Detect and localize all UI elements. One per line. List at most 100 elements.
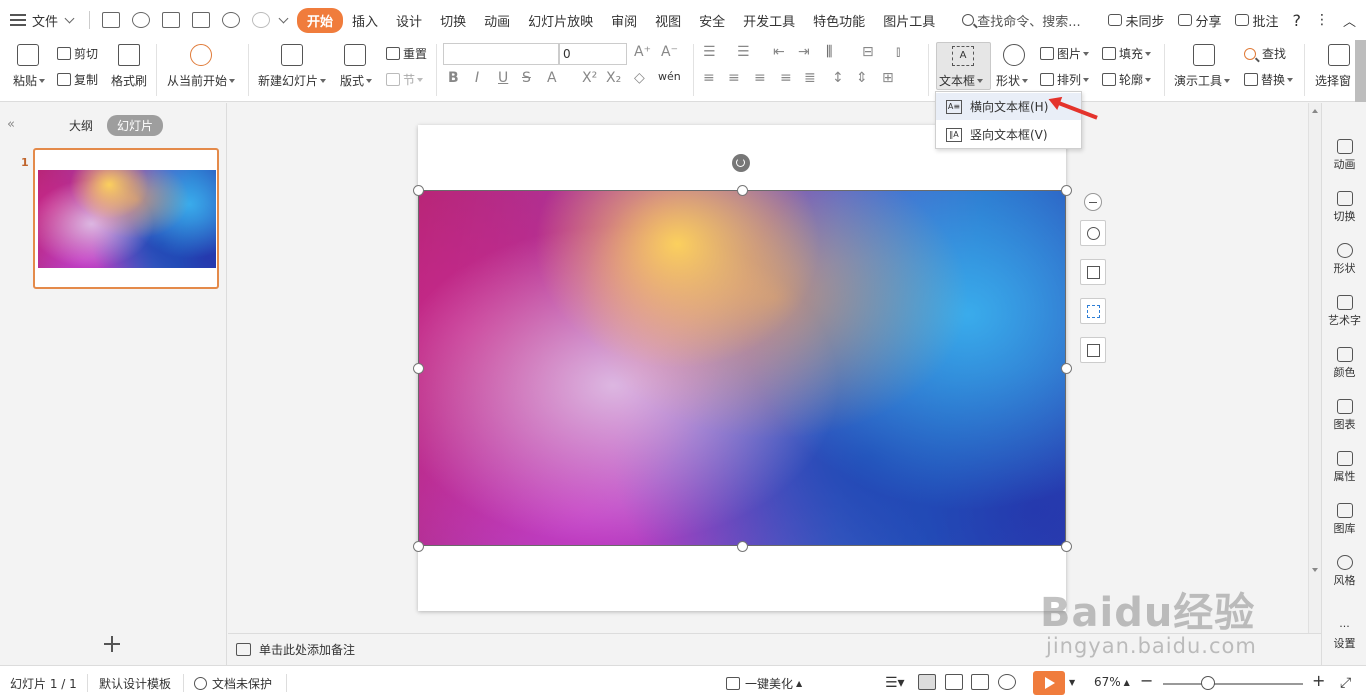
tab-design[interactable]: 设计 <box>387 8 431 33</box>
share-button[interactable]: 分享 <box>1178 11 1221 30</box>
numbered-list-icon[interactable]: ☰ <box>737 44 750 60</box>
para-spacing-icon[interactable]: ⇕ <box>856 70 868 86</box>
font-size-select[interactable]: 0 <box>559 43 627 65</box>
resize-handle-bottom-right[interactable] <box>1061 541 1072 552</box>
rotate-handle-icon[interactable] <box>732 154 750 172</box>
section-button[interactable]: 节 <box>386 71 424 88</box>
tab-security[interactable]: 安全 <box>690 8 734 33</box>
fit-window-icon[interactable]: ⤢ <box>1340 675 1351 691</box>
canvas-scrollbar[interactable] <box>1308 103 1321 633</box>
copy-button[interactable]: 复制 <box>57 71 98 88</box>
menu-icon[interactable] <box>10 14 26 26</box>
tab-developer[interactable]: 开发工具 <box>734 8 804 33</box>
play-slideshow-button[interactable] <box>1033 671 1065 695</box>
collapse-toolbar-icon[interactable] <box>1084 193 1102 211</box>
align-left-icon[interactable]: ≡ <box>703 70 715 86</box>
menu-item-vertical-textbox[interactable]: ‖A 竖向文本框(V) <box>936 121 1081 148</box>
tab-transition[interactable]: 切换 <box>431 8 475 33</box>
zoom-out-icon[interactable]: − <box>1140 671 1153 690</box>
resize-handle-right[interactable] <box>1061 363 1072 374</box>
resize-handle-top[interactable] <box>737 185 748 196</box>
sidebar-item-color[interactable]: 颜色 <box>1322 347 1366 380</box>
decrease-indent-icon[interactable]: ⇤ <box>773 44 785 60</box>
zoom-level[interactable]: 67% ▲ <box>1094 675 1130 689</box>
print-preview-icon[interactable] <box>192 12 211 28</box>
tab-outline[interactable]: 大纲 <box>59 115 103 136</box>
resize-handle-bottom[interactable] <box>737 541 748 552</box>
align-center-icon[interactable]: ≡ <box>728 70 740 86</box>
replace-button[interactable]: 替换 <box>1244 71 1294 88</box>
outline-button[interactable]: 轮廓 <box>1102 71 1152 88</box>
comment-button[interactable]: 批注 <box>1235 11 1278 30</box>
tab-slides[interactable]: 幻灯片 <box>107 115 164 136</box>
sidebar-item-animation[interactable]: 动画 <box>1322 139 1366 172</box>
help-button[interactable]: ? <box>1292 11 1301 30</box>
collapse-panel-icon[interactable]: « <box>7 117 15 132</box>
beautify-button[interactable]: 一键美化 ▲ <box>726 675 802 692</box>
tab-animation[interactable]: 动画 <box>475 8 519 33</box>
undo-icon[interactable] <box>222 12 241 28</box>
text-box-align-icon[interactable]: ⊞ <box>882 70 894 86</box>
notes-toggle-icon[interactable]: ☰▾ <box>885 675 905 691</box>
increase-font-icon[interactable]: A⁺ <box>634 44 651 60</box>
add-slide-icon[interactable] <box>103 635 121 653</box>
sidebar-item-wordart[interactable]: 艺术字 <box>1322 295 1366 328</box>
redo-icon[interactable] <box>252 12 271 28</box>
zoom-picture-button[interactable] <box>1080 220 1106 246</box>
tab-picture-tools[interactable]: 图片工具 <box>874 8 944 33</box>
increase-indent-icon[interactable]: ⇥ <box>798 44 810 60</box>
tab-slideshow[interactable]: 幻灯片放映 <box>519 8 602 33</box>
strikethrough-icon[interactable]: S <box>522 70 531 86</box>
tab-home[interactable]: 开始 <box>297 7 344 33</box>
picture-replace-button[interactable] <box>1080 337 1106 363</box>
layout-button[interactable]: 版式 <box>340 72 373 89</box>
scroll-down-icon[interactable] <box>1312 568 1318 572</box>
slide-sorter-icon[interactable] <box>945 674 963 690</box>
resize-handle-bottom-left[interactable] <box>413 541 424 552</box>
columns-icon[interactable]: ⫾ <box>896 44 900 60</box>
clear-format-icon[interactable]: ◇ <box>634 70 645 86</box>
subscript-icon[interactable]: X₂ <box>606 70 621 86</box>
normal-view-icon[interactable] <box>918 674 936 690</box>
file-menu[interactable]: 文件 <box>32 11 58 30</box>
save-icon[interactable] <box>102 12 121 28</box>
sidebar-item-settings[interactable]: ··· 设置 <box>1322 621 1366 651</box>
protection-status[interactable]: 文档未保护 <box>194 675 272 692</box>
resize-handle-top-left[interactable] <box>413 185 424 196</box>
underline-icon[interactable]: U <box>498 70 508 86</box>
sidebar-item-style[interactable]: 风格 <box>1322 555 1366 588</box>
command-search[interactable]: 查找命令、搜索... <box>962 11 1081 30</box>
align-right-icon[interactable]: ≡ <box>754 70 766 86</box>
fill-button[interactable]: 填充 <box>1102 45 1152 62</box>
sync-button[interactable]: 未同步 <box>1108 11 1164 30</box>
reading-view-icon[interactable] <box>971 674 989 690</box>
more-button[interactable]: ⋮ <box>1315 12 1329 28</box>
tab-review[interactable]: 审阅 <box>602 8 646 33</box>
sidebar-item-properties[interactable]: 属性 <box>1322 451 1366 484</box>
scroll-up-icon[interactable] <box>1312 109 1318 113</box>
zoom-in-icon[interactable]: + <box>1312 671 1325 690</box>
align-text-icon[interactable]: ⊟ <box>862 44 874 60</box>
zoom-slider-knob[interactable] <box>1201 676 1215 690</box>
arrange-button[interactable]: 排列 <box>1040 71 1090 88</box>
picture-button[interactable]: 图片 <box>1040 45 1090 62</box>
paste-button[interactable]: 粘贴 <box>13 72 46 89</box>
shape-button[interactable]: 形状 <box>996 72 1029 89</box>
ribbon-scrollbar[interactable] <box>1355 40 1366 102</box>
watercolor-picture[interactable] <box>418 190 1066 546</box>
italic-icon[interactable]: I <box>475 70 479 86</box>
resize-handle-left[interactable] <box>413 363 424 374</box>
decrease-font-icon[interactable]: A⁻ <box>661 44 678 60</box>
slide-thumbnail[interactable] <box>33 148 219 289</box>
find-button[interactable]: 查找 <box>1244 45 1286 62</box>
presentation-tools-button[interactable]: 演示工具 <box>1174 72 1231 89</box>
justify-icon[interactable]: ≡ <box>780 70 792 86</box>
selection-pane-button[interactable]: 选择窗 <box>1315 72 1351 89</box>
chevron-down-icon[interactable] <box>64 13 75 24</box>
font-name-select[interactable] <box>443 43 559 65</box>
sidebar-item-gallery[interactable]: 图库 <box>1322 503 1366 536</box>
resize-handle-top-right[interactable] <box>1061 185 1072 196</box>
line-spacing-icon[interactable]: ↕ <box>832 70 844 86</box>
format-painter-button[interactable]: 格式刷 <box>111 72 147 89</box>
sidebar-item-chart[interactable]: 图表 <box>1322 399 1366 432</box>
